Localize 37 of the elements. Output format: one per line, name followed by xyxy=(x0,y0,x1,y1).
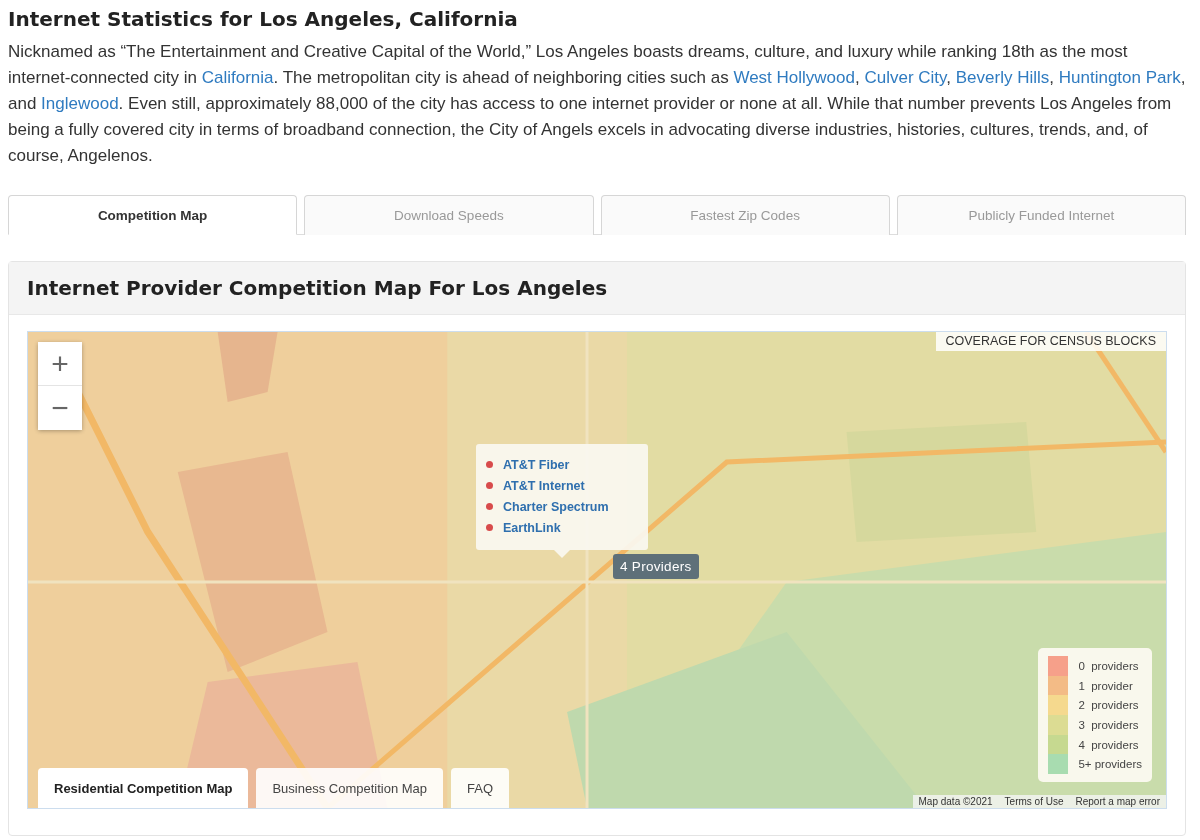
city-link[interactable]: Beverly Hills xyxy=(955,68,1050,87)
page-heading: Internet Statistics for Los Angeles, California xyxy=(8,7,519,31)
intro-paragraph: Nicknamed as “The Entertainment and Creative Capital of the World,” Los Angeles boasts dreams, culture, and luxury while ranking 18th as the most internet-connected city in California. The metropolitan city is ahead of neighboring cities such as West Hollywood, Culver City, Beverly Hills, Huntington Park, and Inglewood. Even still, approximately 88,000 of the city has access to one internet provider or none at all. While that number prevents Los Angeles from being a fully covered city in terms of broadband connection, the City of Angels excels in advocating diverse industries, histories, cultures, trends, and, of course, Angelenos. xyxy=(8,41,1186,167)
tab[interactable]: Publicly Funded Internet xyxy=(896,195,1186,235)
panel-title: Internet Provider Competition Map For Los Angeles xyxy=(27,276,609,300)
city-link[interactable]: Inglewood xyxy=(41,94,119,113)
legend-label: 5+ providers xyxy=(1078,758,1142,771)
zoom-in-button[interactable]: + xyxy=(38,342,82,386)
bullet-icon xyxy=(486,524,493,531)
provider-link[interactable]: AT&T Fiber xyxy=(503,457,570,472)
city-link[interactable]: Culver City xyxy=(864,68,947,87)
bullet-icon xyxy=(486,503,493,510)
city-link[interactable]: California xyxy=(201,68,274,87)
coverage-label: COVERAGE FOR CENSUS BLOCKS xyxy=(935,332,1166,351)
tab[interactable]: Fastest Zip Codes xyxy=(600,195,890,235)
bullet-icon xyxy=(486,461,493,468)
tab[interactable]: Competition Map xyxy=(8,195,298,235)
provider-link[interactable]: EarthLink xyxy=(503,520,561,535)
legend-label: 1 provider xyxy=(1078,679,1133,692)
tab[interactable]: Download Speeds xyxy=(304,195,594,235)
zoom-out-button[interactable]: − xyxy=(38,386,82,430)
city-link[interactable]: West Hollywood xyxy=(733,68,855,87)
map-tab[interactable]: Residential Competition Map xyxy=(38,768,249,808)
providers-marker[interactable]: 4 Providers xyxy=(613,554,699,579)
provider-link[interactable]: Charter Spectrum xyxy=(503,499,609,514)
bullet-icon xyxy=(486,482,493,489)
legend-label: 3 providers xyxy=(1078,718,1139,731)
attribution-link[interactable]: Terms of Use xyxy=(998,795,1070,808)
map-tab[interactable]: FAQ xyxy=(451,768,510,808)
attribution-link[interactable]: Report a map error xyxy=(1069,795,1166,808)
map-tab[interactable]: Business Competition Map xyxy=(256,768,444,808)
legend-label: 4 providers xyxy=(1078,738,1139,751)
legend-label: 0 providers xyxy=(1078,659,1139,672)
legend-label: 2 providers xyxy=(1078,699,1139,712)
city-link[interactable]: Huntington Park xyxy=(1058,68,1181,87)
provider-link[interactable]: AT&T Internet xyxy=(503,478,585,493)
map-data-label: Map data ©2021 xyxy=(917,795,994,808)
